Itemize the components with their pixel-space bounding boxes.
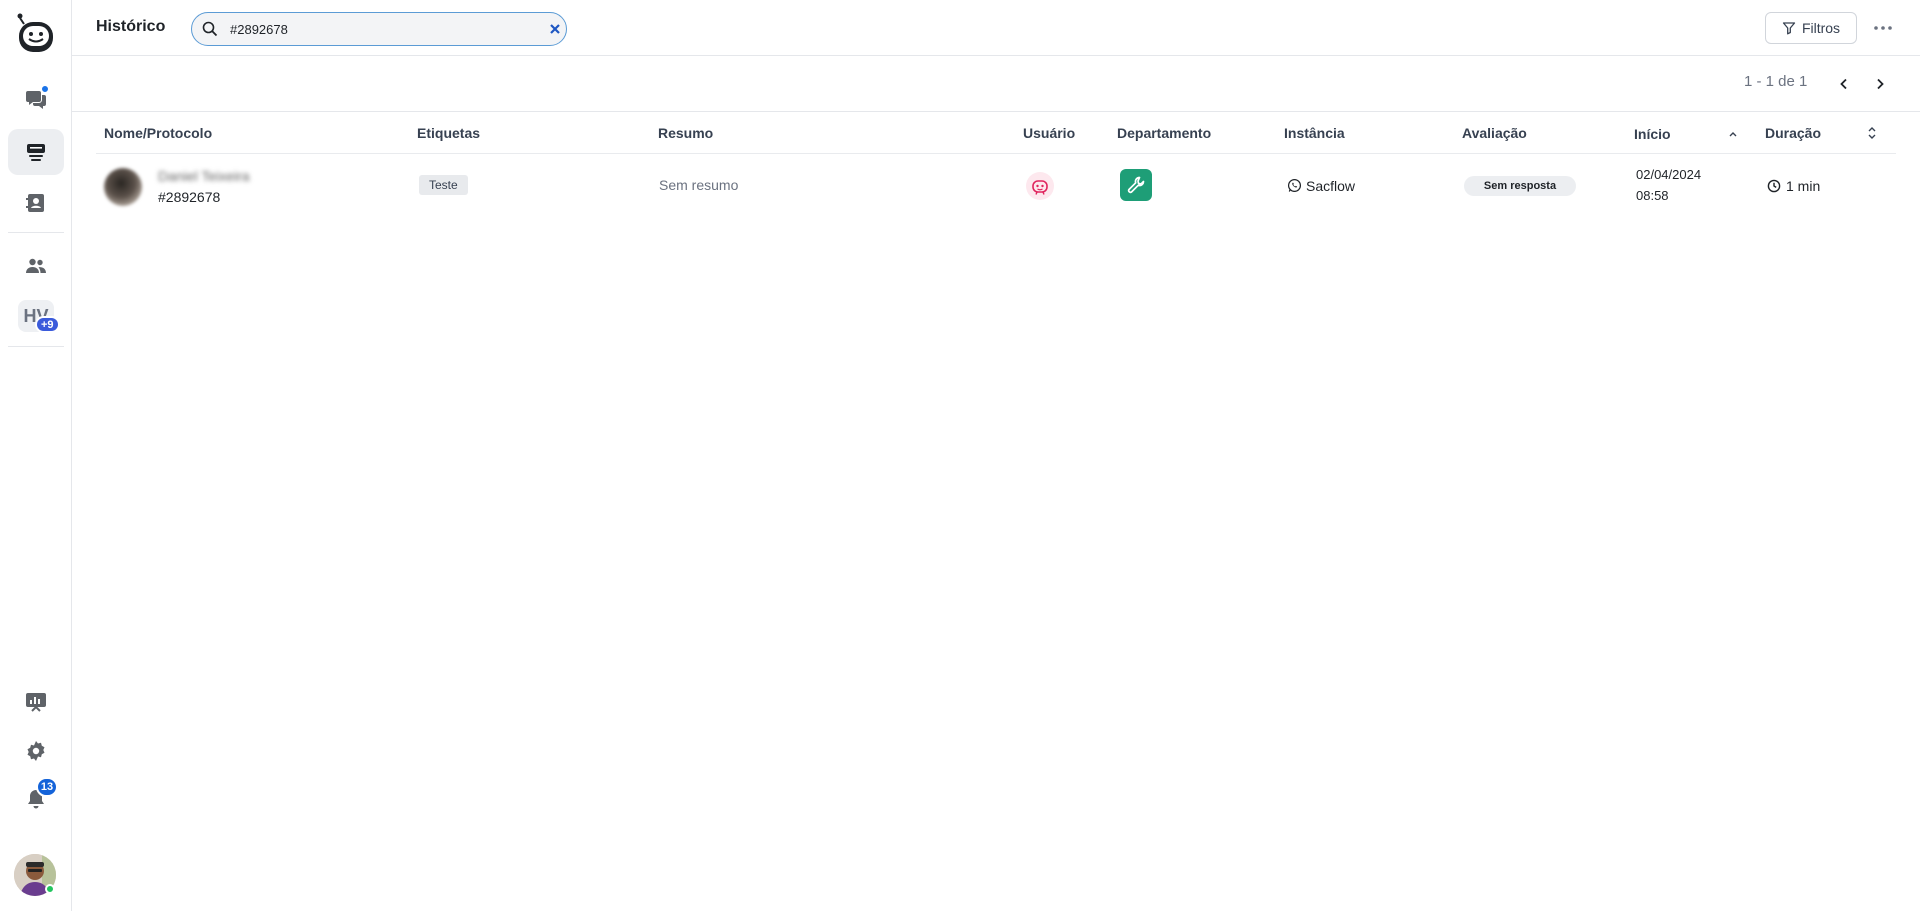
search-input[interactable] xyxy=(230,19,530,39)
instance-name: Sacflow xyxy=(1306,178,1356,194)
bot-user-icon xyxy=(1026,172,1054,200)
chevron-right-icon xyxy=(1877,78,1884,90)
top-bar: Histórico Filtros xyxy=(72,0,1920,56)
search-icon xyxy=(202,21,218,37)
page-title: Histórico xyxy=(96,18,166,35)
more-horizontal-icon xyxy=(1874,26,1892,30)
app-logo-icon[interactable] xyxy=(16,12,56,56)
start-time: 08:58 xyxy=(1636,188,1669,203)
column-header-rating[interactable]: Avaliação xyxy=(1462,125,1527,141)
prev-page-button[interactable] xyxy=(1832,72,1856,96)
notifications-badge: 13 xyxy=(36,777,58,797)
protocol-number: #2892678 xyxy=(158,189,221,205)
more-options-button[interactable] xyxy=(1869,14,1897,42)
column-header-user[interactable]: Usuário xyxy=(1023,125,1075,141)
column-header-instance[interactable]: Instância xyxy=(1284,125,1345,141)
filters-button[interactable]: Filtros xyxy=(1765,12,1857,44)
sort-toggle-icon[interactable] xyxy=(1867,126,1877,140)
sidebar-item-history[interactable] xyxy=(8,129,64,175)
column-header-department[interactable]: Departamento xyxy=(1117,125,1211,141)
search-box xyxy=(191,12,567,46)
next-page-button[interactable] xyxy=(1868,72,1892,96)
sidebar-divider xyxy=(8,346,64,347)
duration-value: 1 min xyxy=(1786,178,1821,194)
unread-dot xyxy=(41,85,49,93)
sort-ascending-icon[interactable] xyxy=(1728,130,1738,138)
sidebar-divider xyxy=(8,232,64,233)
chevron-left-icon xyxy=(1840,78,1847,90)
divider xyxy=(72,111,1920,112)
contact-name: Daniel Teixeira xyxy=(158,168,250,184)
tag-badge: Teste xyxy=(419,175,468,195)
column-header-duration[interactable]: Duração xyxy=(1765,125,1821,141)
column-header-start[interactable]: Início xyxy=(1634,126,1671,142)
contact-avatar xyxy=(104,168,142,206)
gear-icon xyxy=(27,741,45,761)
sidebar-item-settings[interactable] xyxy=(8,728,64,774)
clear-search-icon[interactable] xyxy=(548,22,562,36)
sidebar-item-contacts[interactable] xyxy=(8,180,64,226)
online-status-dot xyxy=(45,884,55,894)
column-header-name[interactable]: Nome/Protocolo xyxy=(104,125,212,141)
filter-funnel-icon xyxy=(1782,22,1796,35)
column-header-tags[interactable]: Etiquetas xyxy=(417,125,480,141)
pagination-range: 1 - 1 de 1 xyxy=(1744,73,1808,90)
column-header-summary[interactable]: Resumo xyxy=(658,125,713,141)
people-group-icon xyxy=(26,258,46,273)
workspace-count-badge: +9 xyxy=(35,316,60,333)
tag-label: Teste xyxy=(429,178,458,192)
presentation-chart-icon xyxy=(26,693,46,712)
department-wrench-icon xyxy=(1120,169,1152,201)
sidebar-item-chats[interactable] xyxy=(8,76,64,122)
whatsapp-icon xyxy=(1287,178,1302,193)
start-date: 02/04/2024 xyxy=(1636,167,1702,182)
filters-label: Filtros xyxy=(1801,20,1841,36)
rating-badge: Sem resposta xyxy=(1464,176,1576,196)
summary-text: Sem resumo xyxy=(659,177,739,193)
clock-icon xyxy=(1767,179,1781,193)
history-stack-icon xyxy=(27,144,45,161)
sidebar: HV +9 13 xyxy=(0,0,72,911)
table-row[interactable]: Daniel Teixeira #2892678 Teste Sem resum… xyxy=(96,154,1896,218)
sidebar-item-dashboard[interactable] xyxy=(8,679,64,725)
sidebar-item-teams[interactable] xyxy=(8,243,64,289)
contacts-book-icon xyxy=(26,194,44,212)
